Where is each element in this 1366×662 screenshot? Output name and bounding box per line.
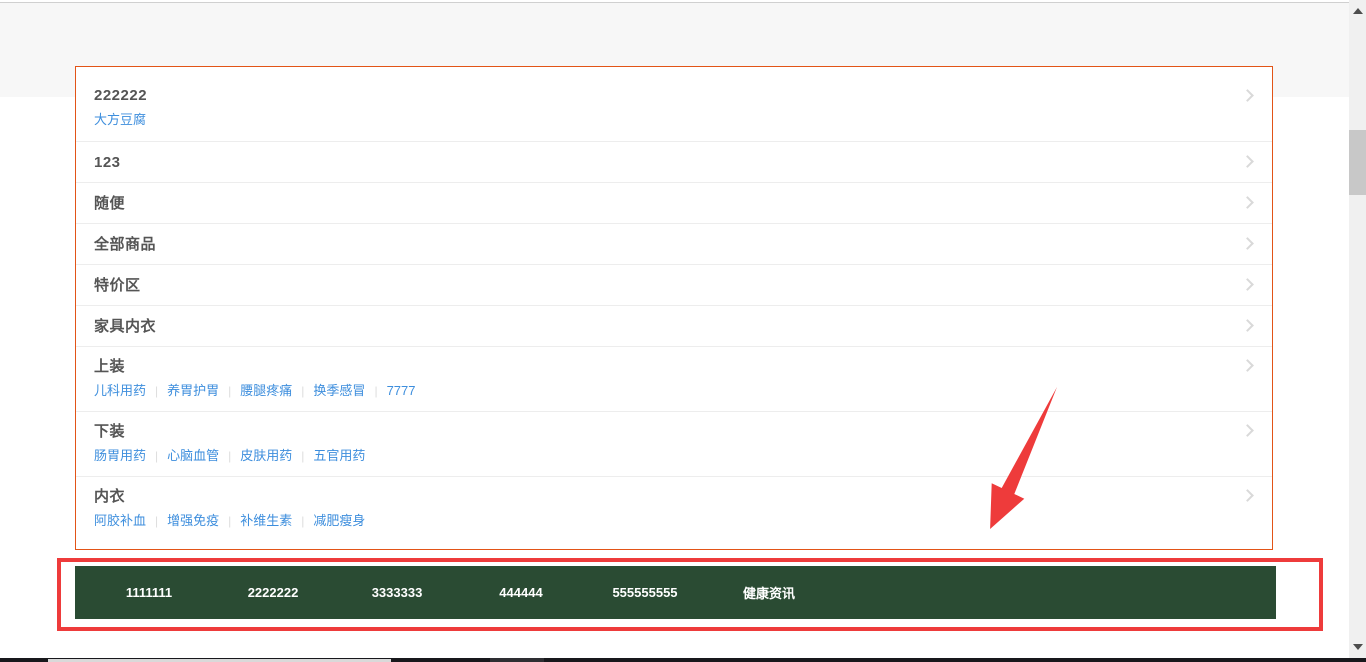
- footer-nav-item[interactable]: 2222222: [211, 585, 335, 600]
- chevron-right-icon: [1241, 89, 1254, 102]
- category-title[interactable]: 上装: [94, 358, 1232, 375]
- link-separator: |: [228, 449, 231, 463]
- category-list-panel: 222222 大方豆腐 123 随便 全部商品 特价区 家具内衣 上装 儿科用药…: [75, 66, 1273, 550]
- subcategory-link[interactable]: 皮肤用药: [240, 448, 292, 463]
- chevron-right-icon: [1241, 155, 1254, 168]
- subcategory-link[interactable]: 腰腿疼痛: [240, 383, 292, 398]
- scrollbar-down-arrow-icon[interactable]: [1353, 644, 1363, 650]
- footer-nav-item[interactable]: 1111111: [87, 585, 211, 600]
- chevron-right-icon: [1241, 237, 1254, 250]
- link-separator: |: [228, 384, 231, 398]
- subcategory-links: 肠胃用药 | 心脑血管 | 皮肤用药 | 五官用药: [94, 448, 1232, 464]
- chevron-right-icon: [1241, 359, 1254, 372]
- category-row[interactable]: 特价区: [76, 265, 1272, 306]
- category-row[interactable]: 123: [76, 142, 1272, 183]
- link-separator: |: [301, 514, 304, 528]
- subcategory-link[interactable]: 阿胶补血: [94, 513, 146, 528]
- category-title[interactable]: 随便: [94, 195, 1232, 212]
- footer-nav-bar: 111111122222223333333444444555555555健康资讯: [75, 566, 1276, 619]
- subcategory-link[interactable]: 增强免疫: [167, 513, 219, 528]
- scrollbar-thumb[interactable]: [1349, 130, 1366, 195]
- link-separator: |: [301, 384, 304, 398]
- chevron-right-icon: [1241, 278, 1254, 291]
- screen-bottom-edge-strip: [0, 658, 1366, 662]
- category-title[interactable]: 内衣: [94, 488, 1232, 505]
- chevron-right-icon: [1241, 319, 1254, 332]
- category-title[interactable]: 特价区: [94, 277, 1232, 294]
- category-title[interactable]: 全部商品: [94, 236, 1232, 253]
- subcategory-link[interactable]: 换季感冒: [313, 383, 365, 398]
- link-separator: |: [155, 384, 158, 398]
- vertical-scrollbar[interactable]: [1349, 0, 1366, 662]
- category-row[interactable]: 家具内衣: [76, 306, 1272, 347]
- category-title[interactable]: 222222: [94, 87, 1232, 104]
- subcategory-link[interactable]: 7777: [387, 383, 416, 398]
- subcategory-link[interactable]: 养胃护胃: [167, 383, 219, 398]
- link-separator: |: [155, 449, 158, 463]
- category-row[interactable]: 222222 大方豆腐: [76, 67, 1272, 142]
- link-separator: |: [301, 449, 304, 463]
- category-title[interactable]: 家具内衣: [94, 318, 1232, 335]
- category-row[interactable]: 上装 儿科用药 | 养胃护胃 | 腰腿疼痛 | 换季感冒 | 7777: [76, 347, 1272, 412]
- link-separator: |: [374, 384, 377, 398]
- subcategory-link[interactable]: 补维生素: [240, 513, 292, 528]
- category-row[interactable]: 随便: [76, 183, 1272, 224]
- subcategory-link[interactable]: 儿科用药: [94, 383, 146, 398]
- subcategory-links: 大方豆腐: [94, 112, 1232, 128]
- chevron-right-icon: [1241, 489, 1254, 502]
- chevron-right-icon: [1241, 424, 1254, 437]
- subcategory-links: 阿胶补血 | 增强免疫 | 补维生素 | 减肥瘦身: [94, 513, 1232, 529]
- bottom-strip-dark-segment: [490, 658, 544, 662]
- link-separator: |: [155, 514, 158, 528]
- category-title[interactable]: 123: [94, 154, 1232, 171]
- footer-nav-item[interactable]: 444444: [459, 585, 583, 600]
- footer-nav-item[interactable]: 555555555: [583, 585, 707, 600]
- chevron-right-icon: [1241, 196, 1254, 209]
- category-row[interactable]: 下装 肠胃用药 | 心脑血管 | 皮肤用药 | 五官用药: [76, 412, 1272, 477]
- link-separator: |: [228, 514, 231, 528]
- subcategory-link[interactable]: 心脑血管: [167, 448, 219, 463]
- subcategory-link[interactable]: 减肥瘦身: [313, 513, 365, 528]
- subcategory-link[interactable]: 大方豆腐: [94, 112, 146, 127]
- category-title[interactable]: 下装: [94, 423, 1232, 440]
- subcategory-link[interactable]: 五官用药: [313, 448, 365, 463]
- category-row[interactable]: 内衣 阿胶补血 | 增强免疫 | 补维生素 | 减肥瘦身: [76, 477, 1272, 541]
- subcategory-links: 儿科用药 | 养胃护胃 | 腰腿疼痛 | 换季感冒 | 7777: [94, 383, 1232, 399]
- footer-nav-item[interactable]: 健康资讯: [707, 583, 831, 602]
- category-row[interactable]: 全部商品: [76, 224, 1272, 265]
- subcategory-link[interactable]: 肠胃用药: [94, 448, 146, 463]
- scrollbar-up-arrow-icon[interactable]: [1353, 8, 1363, 14]
- footer-nav-item[interactable]: 3333333: [335, 585, 459, 600]
